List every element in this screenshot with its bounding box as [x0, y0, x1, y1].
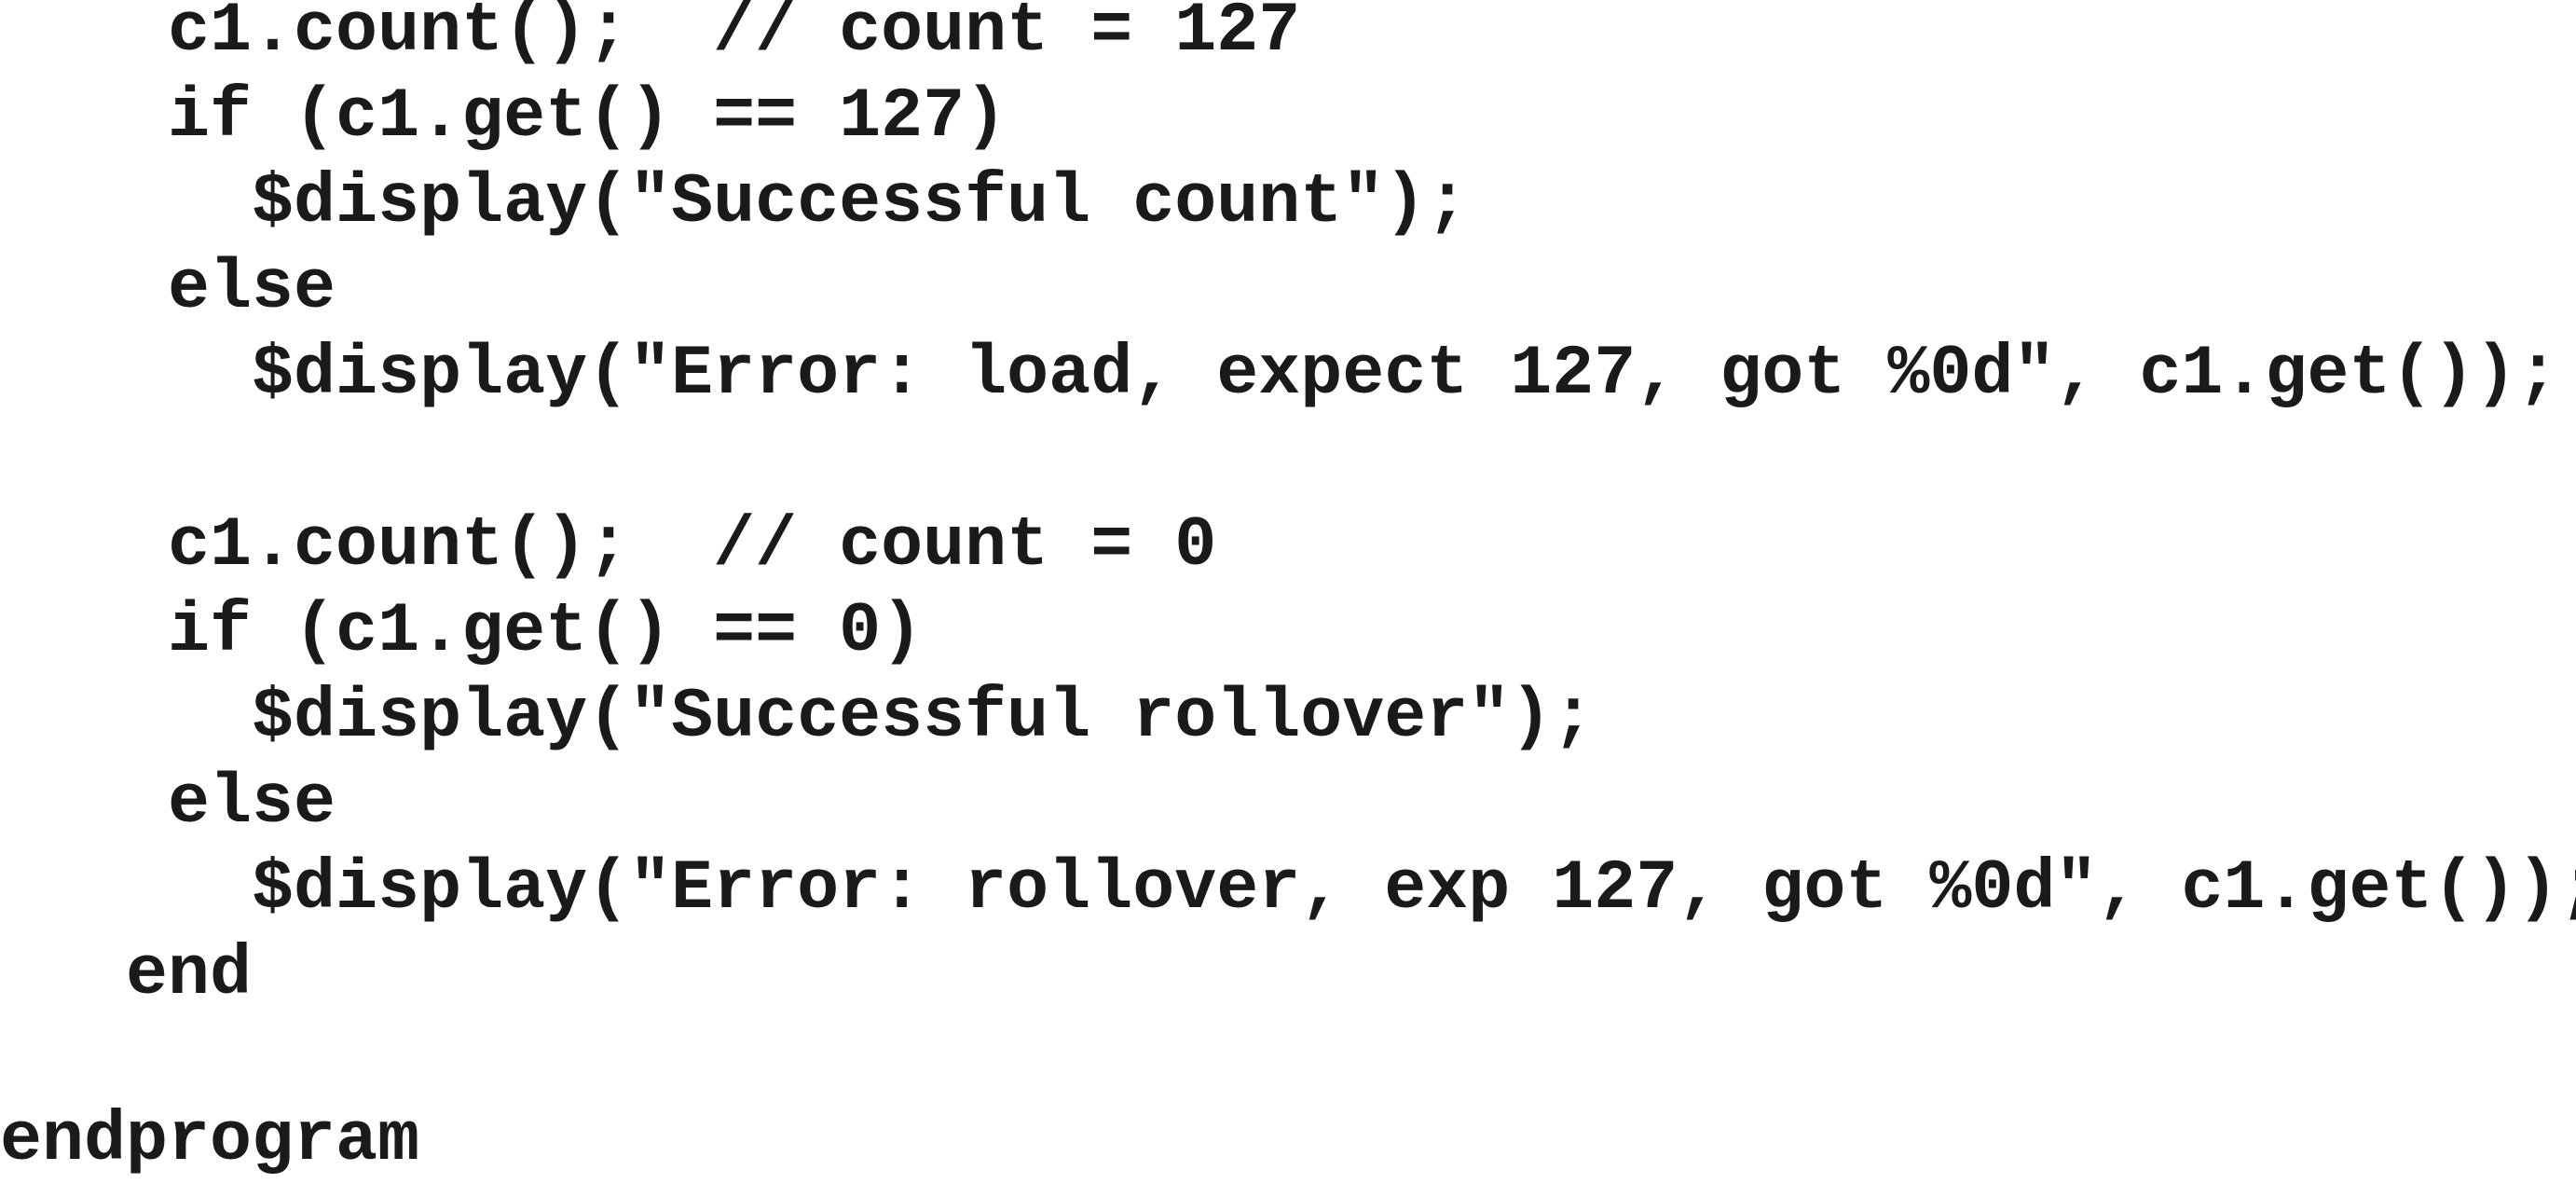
- code-listing: c1.count(); // count = 127 if (c1.get() …: [0, 0, 2576, 1180]
- code-line-count-0: c1.count(); // count = 0: [0, 506, 1217, 585]
- code-line-else-1: else: [0, 249, 336, 328]
- code-line-if-get-0: if (c1.get() == 0): [0, 592, 924, 671]
- code-line-end: end: [0, 935, 253, 1014]
- code-line-display-error-load: $display("Error: load, expect 127, got %…: [0, 335, 2559, 414]
- code-line-display-success-rollover: $display("Successful rollover");: [0, 678, 1595, 757]
- code-line-count-127: c1.count(); // count = 127: [0, 0, 1301, 71]
- code-line-display-success-count: $display("Successful count");: [0, 163, 1469, 242]
- code-line-endprogram: endprogram: [0, 1101, 420, 1180]
- code-line-else-2: else: [0, 764, 336, 843]
- code-line-if-get-127: if (c1.get() == 127): [0, 77, 1007, 157]
- code-line-display-error-rollover: $display("Error: rollover, exp 127, got …: [0, 849, 2576, 929]
